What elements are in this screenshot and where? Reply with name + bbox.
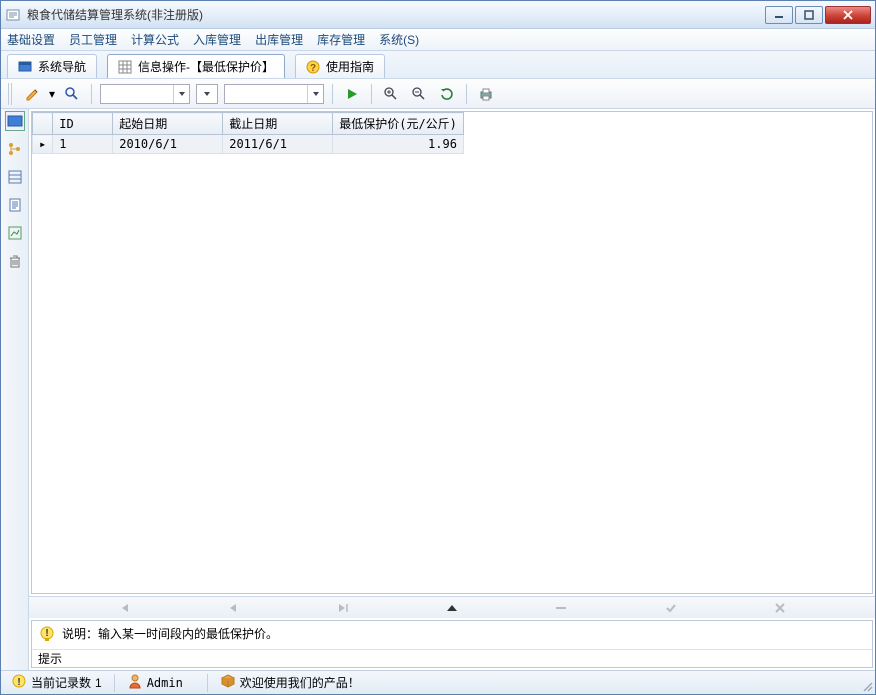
col-start-date[interactable]: 起始日期 <box>113 113 223 135</box>
hint-label: 说明： <box>62 627 98 641</box>
tab-bar: 系统导航 信息操作-【最低保护价】 ? 使用指南 <box>1 51 875 79</box>
grid-icon <box>118 60 132 74</box>
menu-inbound[interactable]: 入库管理 <box>193 31 241 48</box>
tab-system-nav[interactable]: 系统导航 <box>7 54 97 78</box>
app-window: 粮食代储结算管理系统(非注册版) 基础设置 员工管理 计算公式 入库管理 出库管… <box>0 0 876 695</box>
window-title: 粮食代储结算管理系统(非注册版) <box>27 6 765 23</box>
rail-view-chart[interactable] <box>5 223 25 243</box>
resize-grip-icon[interactable] <box>860 679 874 693</box>
col-id[interactable]: ID <box>53 113 113 135</box>
info-icon: ! <box>11 673 27 692</box>
app-icon <box>5 7 21 23</box>
nav-append-button[interactable] <box>397 597 506 618</box>
nav-next-button[interactable] <box>288 597 397 618</box>
hint-text: 输入某一时间段内的最低保护价。 <box>98 627 278 641</box>
cell-id[interactable]: 1 <box>53 135 113 154</box>
lightbulb-icon: ! <box>38 625 56 643</box>
menu-inventory[interactable]: 库存管理 <box>317 31 365 48</box>
menu-outbound[interactable]: 出库管理 <box>255 31 303 48</box>
hint-tab-label: 提示 <box>38 650 62 667</box>
cell-price[interactable]: 1.96 <box>333 135 464 154</box>
content-area: ID 起始日期 截止日期 最低保护价(元/公斤) ▸ 1 2010/6/1 20… <box>1 109 875 670</box>
combo-1[interactable] <box>100 84 190 104</box>
window-icon <box>18 60 32 74</box>
menu-formula[interactable]: 计算公式 <box>131 31 179 48</box>
row-indicator-icon: ▸ <box>33 135 53 154</box>
nav-delete-button[interactable] <box>507 597 616 618</box>
svg-text:!: ! <box>45 628 48 639</box>
nav-post-button[interactable] <box>616 597 725 618</box>
cell-end[interactable]: 2011/6/1 <box>223 135 333 154</box>
user-icon <box>127 673 143 692</box>
menu-system[interactable]: 系统(S) <box>379 31 419 48</box>
svg-text:!: ! <box>17 677 20 688</box>
cell-start[interactable]: 2010/6/1 <box>113 135 223 154</box>
rail-delete[interactable] <box>5 251 25 271</box>
hint-panel: ! 说明：输入某一时间段内的最低保护价。 提示 <box>31 620 873 668</box>
rail-view-detail[interactable] <box>5 167 25 187</box>
left-rail <box>1 109 29 670</box>
minimize-button[interactable] <box>765 6 793 24</box>
user-name: Admin <box>147 676 183 690</box>
tab-label: 系统导航 <box>38 58 86 75</box>
dropdown-arrow-icon[interactable]: ▾ <box>49 87 55 101</box>
menu-bar: 基础设置 员工管理 计算公式 入库管理 出库管理 库存管理 系统(S) <box>1 29 875 51</box>
records-label: 当前记录数 <box>31 674 91 691</box>
rail-view-tree[interactable] <box>5 139 25 159</box>
tab-info-op[interactable]: 信息操作-【最低保护价】 <box>107 54 285 78</box>
run-button[interactable] <box>341 83 363 105</box>
box-icon <box>220 673 236 692</box>
record-navigator <box>29 596 875 618</box>
refresh-button[interactable] <box>436 83 458 105</box>
tab-guide[interactable]: ? 使用指南 <box>295 54 385 78</box>
print-button[interactable] <box>475 83 497 105</box>
tab-label: 使用指南 <box>326 58 374 75</box>
data-grid[interactable]: ID 起始日期 截止日期 最低保护价(元/公斤) ▸ 1 2010/6/1 20… <box>31 111 873 594</box>
toolbar: ▾ <box>1 79 875 109</box>
maximize-button[interactable] <box>795 6 823 24</box>
edit-button[interactable] <box>21 83 43 105</box>
col-end-date[interactable]: 截止日期 <box>223 113 333 135</box>
svg-text:?: ? <box>310 63 316 74</box>
col-price[interactable]: 最低保护价(元/公斤) <box>333 113 464 135</box>
toolbar-grip <box>7 83 13 105</box>
zoom-in-button[interactable] <box>380 83 402 105</box>
rail-view-grid[interactable] <box>5 111 25 131</box>
status-bar: ! 当前记录数 1 Admin 欢迎使用我们的产品！ <box>1 670 875 694</box>
menu-staff[interactable]: 员工管理 <box>69 31 117 48</box>
close-button[interactable] <box>825 6 871 24</box>
status-welcome: 欢迎使用我们的产品！ <box>214 673 366 693</box>
nav-prev-button[interactable] <box>178 597 287 618</box>
main-panel: ID 起始日期 截止日期 最低保护价(元/公斤) ▸ 1 2010/6/1 20… <box>29 109 875 670</box>
grid-header-row: ID 起始日期 截止日期 最低保护价(元/公斤) <box>33 113 464 135</box>
help-icon: ? <box>306 60 320 74</box>
welcome-text: 欢迎使用我们的产品！ <box>240 674 360 691</box>
row-selector-header[interactable] <box>33 113 53 135</box>
combo-2[interactable] <box>196 84 218 104</box>
zoom-out-button[interactable] <box>408 83 430 105</box>
table-row[interactable]: ▸ 1 2010/6/1 2011/6/1 1.96 <box>33 135 464 154</box>
menu-basic-settings[interactable]: 基础设置 <box>7 31 55 48</box>
find-button[interactable] <box>61 83 83 105</box>
status-user: Admin <box>121 673 201 693</box>
rail-view-doc[interactable] <box>5 195 25 215</box>
combo-3[interactable] <box>224 84 324 104</box>
records-value: 1 <box>95 676 102 690</box>
tab-label: 信息操作-【最低保护价】 <box>138 58 274 75</box>
title-bar: 粮食代储结算管理系统(非注册版) <box>1 1 875 29</box>
nav-cancel-button[interactable] <box>726 597 835 618</box>
status-records: ! 当前记录数 1 <box>5 673 108 693</box>
nav-first-button[interactable] <box>69 597 178 618</box>
